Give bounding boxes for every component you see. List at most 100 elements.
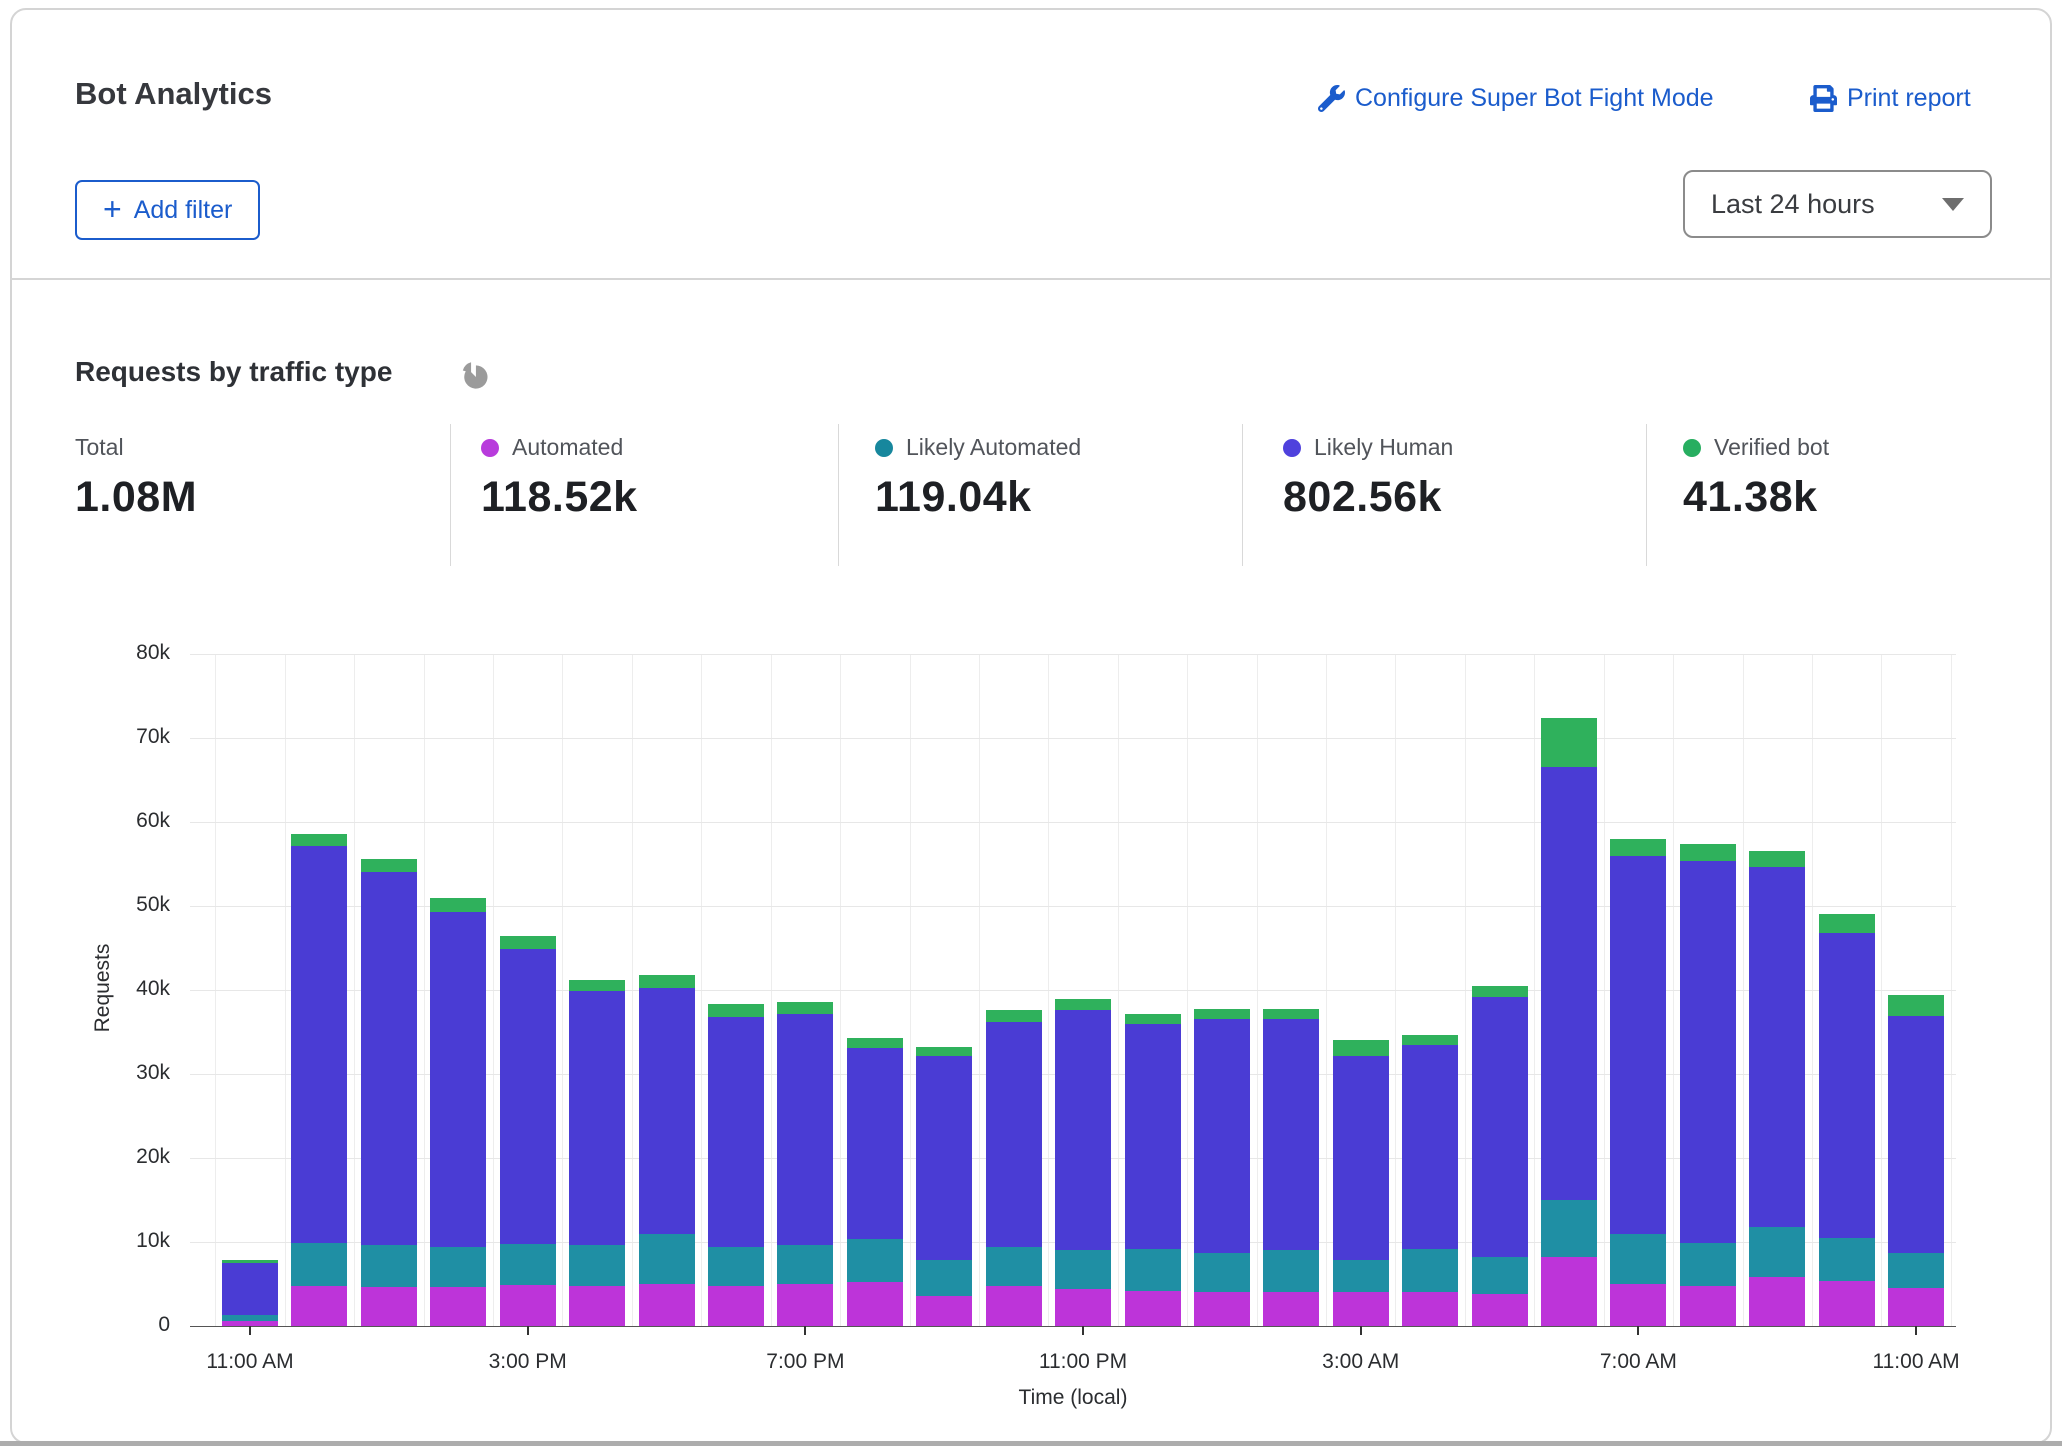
stat-value: 802.56k <box>1283 473 1453 522</box>
verified-bot-segment <box>500 936 556 949</box>
stat-value: 1.08M <box>75 473 197 522</box>
configure-super-bot-fight-mode-link[interactable]: Configure Super Bot Fight Mode <box>1318 84 1714 113</box>
likely-human-segment <box>1680 861 1736 1242</box>
chart-bar-12[interactable] <box>1055 999 1111 1326</box>
automated-segment <box>1125 1291 1181 1326</box>
chart-bar-21[interactable] <box>1680 843 1736 1326</box>
chart-bar-6[interactable] <box>639 974 695 1326</box>
stat-verified-bot[interactable]: Verified bot41.38k <box>1683 434 1829 522</box>
automated-segment <box>291 1286 347 1326</box>
configure-link-label: Configure Super Bot Fight Mode <box>1355 84 1714 113</box>
x-axis-tick-label: 11:00 PM <box>1003 1350 1163 1374</box>
automated-segment <box>1749 1277 1805 1326</box>
verified-bot-segment <box>569 980 625 991</box>
verified-bot-segment <box>291 834 347 846</box>
bot-analytics-page: Bot Analytics Configure Super Bot Fight … <box>0 0 2062 1450</box>
likely-human-segment <box>986 1022 1042 1247</box>
verified-bot-segment <box>361 859 417 872</box>
chart-bar-19[interactable] <box>1541 717 1597 1326</box>
section-boundary-divider <box>0 1441 2062 1446</box>
likely-human-segment <box>847 1048 903 1239</box>
likely-human-segment <box>1749 867 1805 1227</box>
chart-bar-18[interactable] <box>1472 985 1528 1326</box>
automated-segment <box>1610 1284 1666 1326</box>
verified-bot-segment <box>777 1002 833 1014</box>
likely-automated-segment <box>1402 1249 1458 1293</box>
chart-bar-15[interactable] <box>1263 1008 1319 1326</box>
likely-human-segment <box>500 949 556 1244</box>
x-axis-tick-label: 7:00 AM <box>1558 1350 1718 1374</box>
automated-segment <box>986 1286 1042 1326</box>
likely-human-legend-dot-icon <box>1283 439 1301 457</box>
chart-bar-8[interactable] <box>777 1001 833 1326</box>
chart-bar-4[interactable] <box>500 936 556 1326</box>
verified-bot-segment <box>1055 999 1111 1010</box>
likely-human-segment <box>1055 1010 1111 1250</box>
pie-chart-icon <box>460 362 490 392</box>
chevron-down-icon <box>1942 198 1964 211</box>
chart-bar-20[interactable] <box>1610 838 1666 1326</box>
likely-automated-segment <box>708 1247 764 1286</box>
chart-bar-3[interactable] <box>430 897 486 1326</box>
likely-human-segment <box>1263 1019 1319 1250</box>
automated-segment <box>1888 1288 1944 1326</box>
likely-human-segment <box>1333 1056 1389 1260</box>
stat-total[interactable]: Total 1.08M <box>75 434 197 522</box>
x-axis-tick <box>1637 1326 1639 1335</box>
likely-human-segment <box>1888 1016 1944 1253</box>
add-filter-label: Add filter <box>134 196 233 225</box>
x-axis-line <box>190 1326 1956 1327</box>
add-filter-button[interactable]: + Add filter <box>75 180 260 240</box>
stat-label: Total <box>75 434 124 461</box>
time-range-select[interactable]: Last 24 hours <box>1683 170 1992 238</box>
stat-automated[interactable]: Automated118.52k <box>481 434 638 522</box>
chart-bar-14[interactable] <box>1194 1008 1250 1326</box>
verified-bot-segment <box>1819 914 1875 932</box>
verified-bot-segment <box>639 975 695 988</box>
likely-automated-segment <box>1680 1243 1736 1286</box>
automated-segment <box>1472 1294 1528 1326</box>
chart-bar-5[interactable] <box>569 979 625 1326</box>
stat-label: Verified bot <box>1714 434 1829 461</box>
verified-bot-segment <box>708 1004 764 1017</box>
likely-automated-legend-dot-icon <box>875 439 893 457</box>
automated-segment <box>1680 1286 1736 1326</box>
likely-automated-segment <box>1819 1238 1875 1281</box>
chart-bar-10[interactable] <box>916 1047 972 1326</box>
stat-likely-human[interactable]: Likely Human802.56k <box>1283 434 1453 522</box>
likely-automated-segment <box>916 1260 972 1296</box>
likely-human-segment <box>1402 1045 1458 1249</box>
likely-automated-segment <box>1472 1257 1528 1294</box>
chart-bar-22[interactable] <box>1749 851 1805 1326</box>
automated-segment <box>1402 1292 1458 1326</box>
automated-segment <box>1194 1292 1250 1326</box>
automated-segment <box>916 1296 972 1326</box>
y-axis-tick-label: 50k <box>94 893 170 917</box>
verified-bot-segment <box>847 1038 903 1048</box>
likely-human-segment <box>1125 1024 1181 1248</box>
likely-automated-segment <box>1263 1250 1319 1291</box>
chart-bar-2[interactable] <box>361 858 417 1326</box>
chart-bar-7[interactable] <box>708 1004 764 1326</box>
chart-bar-1[interactable] <box>291 833 347 1326</box>
chart-bar-11[interactable] <box>986 1010 1042 1326</box>
stat-value: 119.04k <box>875 473 1081 522</box>
chart-bar-23[interactable] <box>1819 914 1875 1326</box>
chart-bar-9[interactable] <box>847 1037 903 1326</box>
chart-bar-24[interactable] <box>1888 995 1944 1326</box>
x-axis-tick <box>804 1326 806 1335</box>
automated-segment <box>430 1287 486 1326</box>
chart-bar-13[interactable] <box>1125 1014 1181 1326</box>
chart-bar-17[interactable] <box>1402 1034 1458 1326</box>
y-axis-tick-label: 10k <box>94 1229 170 1253</box>
verified-bot-segment <box>1472 986 1528 997</box>
verified-bot-segment <box>430 898 486 912</box>
likely-human-segment <box>1194 1019 1250 1253</box>
stat-likely-automated[interactable]: Likely Automated119.04k <box>875 434 1081 522</box>
y-axis-tick-label: 80k <box>94 641 170 665</box>
print-report-link[interactable]: Print report <box>1810 84 1971 113</box>
y-axis-tick-label: 30k <box>94 1061 170 1085</box>
chart-bar-0[interactable] <box>222 1260 278 1326</box>
chart-bar-16[interactable] <box>1333 1040 1389 1326</box>
verified-bot-segment <box>916 1047 972 1055</box>
